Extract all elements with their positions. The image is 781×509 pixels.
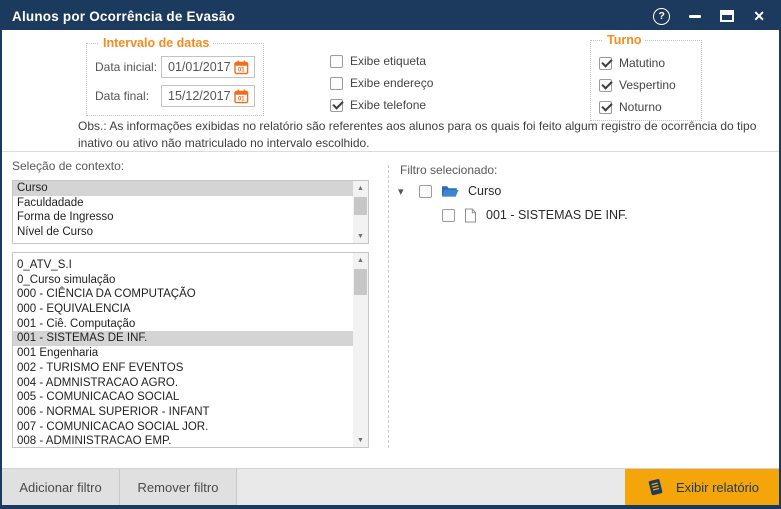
list-item[interactable]: Forma de Ingresso — [13, 210, 353, 225]
shift-options-group: Matutino Vespertino Noturno — [599, 52, 701, 118]
window-title: Alunos por Ocorrência de Evasão — [12, 9, 653, 24]
checkbox-option: Exibe endereço — [330, 72, 433, 94]
context-list-items: CursoFaculdadadeForma de IngressoNível d… — [13, 181, 353, 243]
vertical-divider — [388, 165, 389, 448]
checkbox[interactable] — [599, 79, 612, 92]
checkbox-option: Noturno — [599, 96, 701, 118]
remove-filter-button[interactable]: Remover filtro — [120, 469, 237, 505]
selected-filter-label: Filtro selecionado: — [400, 163, 497, 177]
checkbox[interactable] — [330, 77, 343, 90]
start-date-input[interactable] — [168, 60, 234, 74]
date-range-fieldset: Intervalo de datas Data inicial: 01 Data… — [86, 36, 264, 116]
scroll-down-icon[interactable]: ▼ — [353, 433, 368, 447]
list-item[interactable]: 005 - COMUNICACAO SOCIAL — [13, 390, 353, 405]
context-selection-label: Seleção de contexto: — [12, 159, 124, 173]
scroll-up-icon[interactable]: ▲ — [353, 253, 368, 267]
list-item[interactable]: Nível de Curso — [13, 225, 353, 240]
calendar-icon[interactable]: 01 — [234, 60, 249, 75]
start-date-label: Data inicial: — [95, 60, 161, 74]
checkbox-label: Exibe etiqueta — [350, 54, 426, 68]
note-text: Obs.: As informações exibidas no relatór… — [78, 118, 778, 151]
scrollbar-thumb[interactable] — [354, 197, 367, 215]
checkbox-label: Vespertino — [619, 78, 676, 92]
dialog-content: Intervalo de datas Data inicial: 01 Data… — [2, 30, 779, 468]
report-icon — [645, 477, 665, 497]
list-item[interactable]: 001 - Ciê. Computação — [13, 317, 353, 332]
horizontal-separator — [2, 151, 779, 152]
checkbox-label: Matutino — [619, 56, 665, 70]
file-icon — [464, 208, 477, 223]
checkbox-label: Exibe telefone — [350, 98, 426, 112]
list-item[interactable]: 007 - COMUNICACAO SOCIAL JOR. — [13, 420, 353, 435]
date-range-legend: Intervalo de datas — [99, 36, 213, 50]
scrollbar-track[interactable] — [353, 267, 368, 433]
open-folder-icon — [441, 185, 459, 198]
calendar-icon[interactable]: 01 — [234, 89, 249, 104]
list-item[interactable]: 000 - CIÊNCIA DA COMPUTAÇÃO — [13, 287, 353, 302]
start-date-row: Data inicial: 01 — [95, 56, 255, 78]
window-controls: ? ✕ — [653, 8, 765, 25]
values-list-items: 0_ATV_S.I0_Curso simulação000 - CIÊNCIA … — [13, 253, 353, 447]
checkbox-label: Exibe endereço — [350, 76, 433, 90]
list-item[interactable]: Faculdadade — [13, 196, 353, 211]
footer-bar: Adicionar filtro Remover filtro Exibir r… — [2, 468, 779, 505]
end-date-row: Data final: 01 — [95, 85, 255, 107]
maximize-icon[interactable] — [720, 10, 734, 22]
tree-leaf-label[interactable]: 001 - SISTEMAS DE INF. — [486, 208, 628, 222]
list-item[interactable]: 001 Engenharia — [13, 346, 353, 361]
checkbox-option: Exibe telefone — [330, 94, 433, 116]
tree-leaf-curso-valor: 001 - SISTEMAS DE INF. — [442, 206, 628, 224]
checkbox-option: Exibe etiqueta — [330, 50, 433, 72]
dialog-window: Alunos por Ocorrência de Evasão ? ✕ Inte… — [0, 0, 781, 509]
titlebar: Alunos por Ocorrência de Evasão ? ✕ — [2, 2, 779, 30]
tree-node-label[interactable]: Curso — [468, 184, 501, 198]
list-item[interactable]: 0_ATV_S.I — [13, 258, 353, 273]
checkbox[interactable] — [599, 101, 612, 114]
tree-checkbox[interactable] — [419, 185, 432, 198]
shift-legend: Turno — [603, 33, 645, 47]
help-icon[interactable]: ? — [653, 8, 670, 25]
display-options-group: Exibe etiqueta Exibe endereço Exibe telefo… — [330, 50, 433, 116]
context-listbox: CursoFaculdadadeForma de IngressoNível d… — [12, 180, 369, 244]
end-date-label: Data final: — [95, 89, 161, 103]
values-listbox: 0_ATV_S.I0_Curso simulação000 - CIÊNCIA … — [12, 252, 369, 448]
end-date-input[interactable] — [168, 89, 234, 103]
scroll-up-icon[interactable]: ▲ — [353, 181, 368, 195]
list-item[interactable]: Curso — [13, 181, 353, 196]
add-filter-button[interactable]: Adicionar filtro — [2, 469, 120, 505]
checkbox[interactable] — [330, 99, 343, 112]
end-date-field: 01 — [161, 85, 255, 107]
svg-text:01: 01 — [238, 96, 245, 102]
shift-fieldset: Turno Matutino Vespertino Noturno — [590, 33, 702, 121]
show-report-button[interactable]: Exibir relatório — [625, 469, 779, 505]
scrollbar-thumb[interactable] — [354, 269, 367, 295]
list-item[interactable]: 006 - NORMAL SUPERIOR - INFANT — [13, 405, 353, 420]
close-icon[interactable]: ✕ — [753, 9, 765, 23]
minimize-icon[interactable] — [689, 15, 701, 18]
list-item[interactable]: 008 - ADMINISTRACAO EMP. — [13, 434, 353, 447]
checkbox-label: Noturno — [619, 100, 662, 114]
checkbox-option: Vespertino — [599, 74, 701, 96]
svg-text:01: 01 — [238, 67, 245, 73]
checkbox-option: Matutino — [599, 52, 701, 74]
list-item[interactable]: 0_Curso simulação — [13, 273, 353, 288]
scroll-down-icon[interactable]: ▼ — [353, 229, 368, 243]
tree-checkbox[interactable] — [442, 209, 455, 222]
scrollbar-track[interactable] — [353, 195, 368, 229]
scrollbar[interactable]: ▲ ▼ — [353, 181, 368, 243]
show-report-label: Exibir relatório — [676, 480, 759, 495]
checkbox[interactable] — [330, 55, 343, 68]
start-date-field: 01 — [161, 56, 255, 78]
scrollbar[interactable]: ▲ ▼ — [353, 253, 368, 447]
tree-node-curso: ▾ Curso — [398, 182, 501, 200]
list-item[interactable]: 000 - EQUIVALENCIA — [13, 302, 353, 317]
list-item[interactable]: 002 - TURISMO ENF EVENTOS — [13, 361, 353, 376]
tree-expander-icon[interactable]: ▾ — [398, 185, 412, 198]
checkbox[interactable] — [599, 57, 612, 70]
list-item[interactable]: 001 - SISTEMAS DE INF. — [13, 331, 353, 346]
list-item[interactable]: 004 - ADMNISTRACAO AGRO. — [13, 376, 353, 391]
